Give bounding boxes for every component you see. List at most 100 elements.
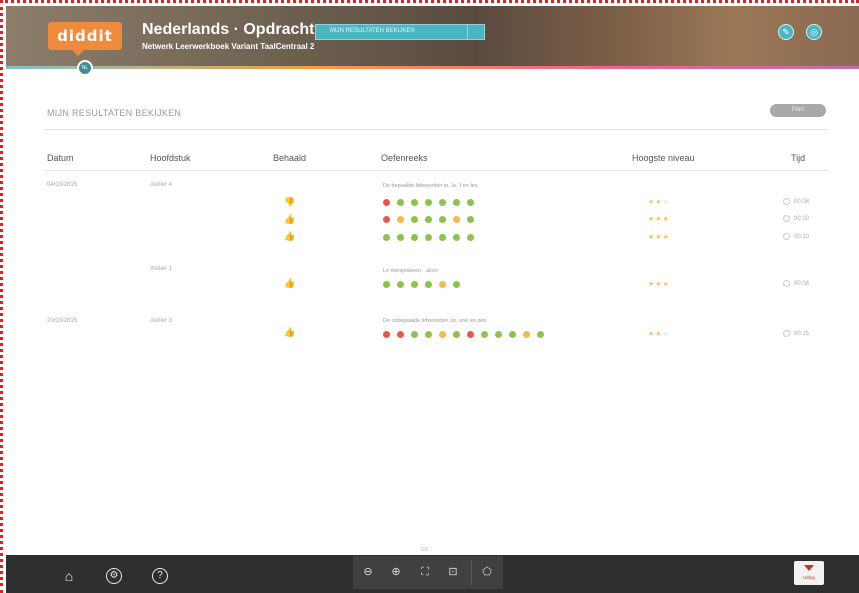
cell-datum: 20/03/2015 — [47, 318, 78, 324]
result-dot-red — [383, 216, 390, 223]
star-icon: ★ — [662, 216, 670, 223]
help-icon[interactable]: ? — [152, 568, 168, 584]
star-icon: ★ — [655, 281, 663, 288]
result-dot-green — [383, 281, 390, 288]
star-icon: ★ — [655, 234, 663, 241]
star-icon: ★ — [662, 234, 670, 241]
thumbs-up-icon: 👍 — [284, 231, 296, 241]
circle-icon[interactable]: ◎ — [806, 24, 822, 40]
star-icon: ★ — [662, 281, 670, 288]
header-color-strip — [6, 66, 859, 69]
section-title: MIJN RESULTATEN BEKIJKEN — [47, 108, 182, 118]
result-dot-red — [397, 331, 404, 338]
page-frame — [0, 0, 859, 593]
result-dot-green — [425, 216, 432, 223]
logout-icon — [804, 565, 814, 571]
clock-icon — [783, 215, 790, 222]
result-dot-green — [453, 331, 460, 338]
thumbs-up-icon: 👍 — [284, 327, 296, 337]
result-dot-green — [509, 331, 516, 338]
level-stars: ★★★ — [648, 330, 670, 338]
exercise-dots — [383, 281, 460, 288]
result-dot-green — [397, 281, 404, 288]
thumbs-up-icon: 👍 — [284, 214, 296, 224]
oefenreeks-title[interactable]: De bepaalde lidwoorden te, la, 't en les — [383, 183, 478, 189]
zoom-toolbar: ⊖ ⊕ ⛶ ⊡ ⬠ — [353, 556, 503, 589]
result-dot-green — [439, 199, 446, 206]
star-icon: ★ — [655, 199, 663, 206]
result-dot-green — [439, 234, 446, 241]
thumbs-up-icon: 👍 — [284, 278, 296, 288]
result-dot-green — [425, 199, 432, 206]
time-cell: 00:08 — [783, 280, 809, 287]
chevron-down-icon[interactable] — [467, 25, 484, 39]
column-header-datum: Datum — [47, 153, 74, 163]
result-dot-green — [453, 234, 460, 241]
result-dot-green — [537, 331, 544, 338]
time-value: 00:08 — [794, 199, 810, 206]
star-icon: ★ — [655, 331, 663, 338]
result-dot-green — [383, 234, 390, 241]
thumbs-down-icon: 👎 — [284, 197, 296, 207]
bookmark-icon[interactable]: ⊡ — [446, 565, 460, 579]
result-dot-green — [425, 234, 432, 241]
time-value: 00:15 — [794, 331, 810, 338]
avatar[interactable]: NL — [77, 60, 93, 76]
result-dot-orange — [397, 216, 404, 223]
view-selector-value: MIJN RESULTATEN BEKIJKEN — [330, 28, 415, 34]
level-stars: ★★★ — [648, 280, 670, 288]
result-dot-green — [425, 331, 432, 338]
star-icon: ★ — [662, 199, 670, 206]
marker-icon[interactable]: ⬠ — [480, 565, 494, 579]
zoom-out-icon[interactable]: ⊖ — [361, 565, 375, 579]
exercise-dots — [383, 234, 474, 241]
result-dot-green — [453, 199, 460, 206]
column-header-hoogste-niveau: Hoogste niveau — [632, 153, 695, 163]
result-dot-green — [397, 234, 404, 241]
toolbar-separator — [471, 560, 472, 585]
cell-datum: 04/03/2015 — [47, 182, 78, 188]
result-dot-red — [383, 199, 390, 206]
result-dot-green — [467, 216, 474, 223]
result-dot-green — [481, 331, 488, 338]
column-header-tijd: Tijd — [791, 153, 806, 163]
result-dot-green — [495, 331, 502, 338]
result-dot-green — [453, 281, 460, 288]
zoom-in-icon[interactable]: ⊕ — [389, 565, 403, 579]
diddit-logo[interactable]: diddit — [48, 22, 122, 56]
oefenreeks-title[interactable]: Le meisjeskeen - alom — [383, 268, 438, 274]
time-cell: 00:10 — [783, 215, 809, 222]
level-stars: ★★★ — [648, 198, 670, 206]
exercise-dots — [383, 216, 474, 223]
time-value: 00:08 — [794, 281, 810, 288]
star-icon: ★ — [662, 331, 670, 338]
view-selector[interactable]: MIJN RESULTATEN BEKIJKEN — [315, 24, 485, 40]
cell-hoofdstuk: Atelier 4 — [150, 182, 173, 188]
result-dot-green — [411, 216, 418, 223]
result-dot-green — [397, 199, 404, 206]
time-cell: 00:15 — [783, 330, 809, 337]
result-dot-green — [467, 234, 474, 241]
pencil-icon[interactable]: ✎ — [778, 24, 794, 40]
print-button[interactable]: Print — [770, 104, 826, 117]
clock-icon — [783, 233, 790, 240]
time-cell: 00:08 — [783, 198, 809, 205]
clock-icon — [783, 330, 790, 337]
result-dot-orange — [439, 331, 446, 338]
result-dot-orange — [523, 331, 530, 338]
fit-screen-icon[interactable]: ⛶ — [418, 565, 432, 579]
column-header-hoofdstuk: Hoofdstuk — [150, 153, 191, 163]
time-cell: 00:10 — [783, 233, 809, 240]
oefenreeks-title[interactable]: De onbepaalde lidwoorden un, une en des — [383, 318, 486, 324]
logout-button[interactable]: Uitlog — [794, 561, 824, 585]
zoom-level: 100 — [420, 547, 429, 553]
home-icon[interactable]: ⌂ — [61, 568, 77, 584]
exercise-dots — [383, 331, 544, 338]
result-dot-green — [425, 281, 432, 288]
column-header-behaald: Behaald — [273, 153, 307, 163]
result-dot-green — [411, 281, 418, 288]
result-dot-green — [439, 216, 446, 223]
settings-icon[interactable]: ⚙ — [106, 568, 122, 584]
star-icon: ★ — [655, 216, 663, 223]
divider — [44, 129, 829, 130]
